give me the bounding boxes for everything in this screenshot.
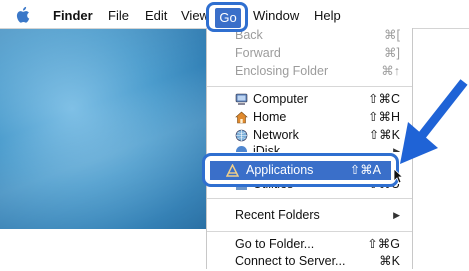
menu-go[interactable]: Go xyxy=(215,8,241,28)
menu-separator xyxy=(207,86,412,87)
menu-separator xyxy=(207,198,412,199)
computer-icon xyxy=(235,93,248,105)
menu-edit[interactable]: Edit xyxy=(145,0,167,29)
menu-item-applications[interactable]: Applications ⇧⌘A xyxy=(210,161,391,180)
menu-view[interactable]: View xyxy=(181,0,209,29)
mouse-pointer-icon xyxy=(393,168,403,184)
menu-item-enclosing-folder: Enclosing Folder ⌘↑ xyxy=(235,64,400,78)
pointer-arrow-icon xyxy=(400,79,468,164)
menu-finder[interactable]: Finder xyxy=(53,0,93,29)
menu-separator xyxy=(207,231,412,232)
menu-item-recent-folders[interactable]: Recent Folders ▶ xyxy=(207,206,412,225)
menu-window[interactable]: Window xyxy=(253,0,299,29)
menu-item-home[interactable]: Home ⇧⌘H xyxy=(207,108,412,127)
go-menu-callout: Go xyxy=(206,2,248,32)
applications-icon xyxy=(226,164,239,177)
menu-item-forward: Forward ⌘] xyxy=(235,46,400,60)
home-icon xyxy=(235,111,248,124)
menu-file[interactable]: File xyxy=(108,0,129,29)
network-globe-icon xyxy=(235,129,248,142)
menu-item-computer[interactable]: Computer ⇧⌘C xyxy=(207,90,412,109)
applications-callout: Applications ⇧⌘A xyxy=(202,153,399,187)
menu-help[interactable]: Help xyxy=(314,0,341,29)
go-menu-dropdown: Back ⌘[ Forward ⌘] Enclosing Folder ⌘↑ C… xyxy=(206,28,413,269)
apple-menu-icon[interactable] xyxy=(16,6,32,24)
menu-item-idisk[interactable]: iDisk ▶ xyxy=(207,142,412,152)
idisk-icon xyxy=(236,146,247,152)
submenu-arrow-icon: ▶ xyxy=(393,210,400,220)
menu-item-connect-to-server[interactable]: Connect to Server... ⌘K xyxy=(207,252,412,271)
